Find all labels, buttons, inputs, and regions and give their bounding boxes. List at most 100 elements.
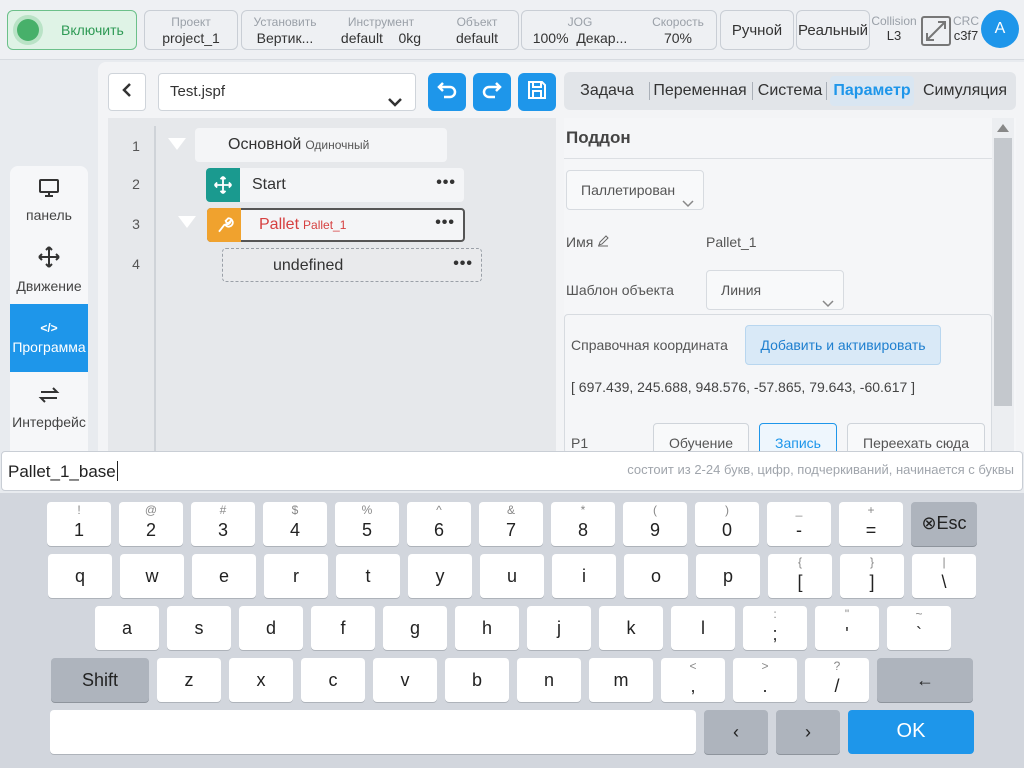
add-activate-button[interactable]: Добавить и активировать <box>745 325 941 365</box>
key[interactable]: r <box>264 554 328 598</box>
collapse-triangle-icon[interactable] <box>168 138 186 150</box>
real-mode-button[interactable]: Реальный <box>796 10 870 50</box>
nav-item-program[interactable]: </> Программа <box>10 304 88 372</box>
key[interactable]: <, <box>661 658 725 702</box>
cursor-left-key[interactable]: ‹ <box>704 710 768 754</box>
key[interactable]: c <box>301 658 365 702</box>
key[interactable]: g <box>383 606 447 650</box>
key[interactable]: x <box>229 658 293 702</box>
key[interactable]: #3 <box>191 502 255 546</box>
tab-task[interactable]: Задача <box>574 76 640 106</box>
key[interactable]: s <box>167 606 231 650</box>
esc-key[interactable]: ⊗Esc <box>911 502 977 546</box>
manual-mode-button[interactable]: Ручной <box>720 10 794 50</box>
key[interactable]: _ - <box>767 502 831 546</box>
edit-pencil-icon[interactable] <box>597 234 609 250</box>
key[interactable]: w <box>120 554 184 598</box>
key[interactable]: ! 1 <box>47 502 111 546</box>
ok-button[interactable]: OK <box>848 710 974 754</box>
pallet-type-select[interactable]: Паллетирован <box>566 170 704 210</box>
key[interactable]: * 8 <box>551 502 615 546</box>
key[interactable]: (9 <box>623 502 687 546</box>
key[interactable]: >. <box>733 658 797 702</box>
user-avatar[interactable]: A <box>981 10 1019 48</box>
key[interactable]: v <box>373 658 437 702</box>
key-char: i <box>582 566 586 586</box>
cursor-right-key[interactable]: › <box>776 710 840 754</box>
key[interactable]: z <box>157 658 221 702</box>
key[interactable]: e <box>192 554 256 598</box>
nav-item-panel[interactable]: панель <box>10 166 88 234</box>
key[interactable]: & 7 <box>479 502 543 546</box>
tab-parameter[interactable]: Параметр <box>830 76 914 106</box>
redo-button[interactable] <box>473 73 511 111</box>
collision-info[interactable]: Collision L3 <box>870 14 918 44</box>
key[interactable]: y <box>408 554 472 598</box>
key[interactable]: u <box>480 554 544 598</box>
key[interactable]: l <box>671 606 735 650</box>
install-tool-object-info[interactable]: Установить Вертик... Инструмент default … <box>241 10 519 50</box>
key[interactable]: d <box>239 606 303 650</box>
project-info[interactable]: Проект project_1 <box>144 10 238 50</box>
more-icon[interactable]: ••• <box>436 174 456 192</box>
save-button[interactable] <box>518 73 556 111</box>
key[interactable]: a <box>95 606 159 650</box>
tree-node-undefined[interactable]: undefined ••• <box>222 248 482 282</box>
tree-node-main[interactable]: Основной Одиночный <box>195 128 447 162</box>
jog-speed-info[interactable]: JOG 100% Декар... Скорость 70% <box>521 10 717 50</box>
key[interactable]: }] <box>840 554 904 598</box>
tab-simulation[interactable]: Симуляция <box>918 76 1012 106</box>
nav-item-interface[interactable]: Интерфейс <box>10 373 88 441</box>
key[interactable]: ) 0 <box>695 502 759 546</box>
key[interactable]: q <box>48 554 112 598</box>
tree-node-start[interactable]: Start ••• <box>206 168 464 202</box>
key-shift-char: " <box>844 607 850 621</box>
node-pallet-sub: Pallet_1 <box>303 218 347 232</box>
more-icon[interactable]: ••• <box>435 214 455 232</box>
key[interactable]: :; <box>743 606 807 650</box>
tree-node-pallet[interactable]: Pallet Pallet_1 ••• <box>207 208 465 242</box>
key[interactable]: ^ 6 <box>407 502 471 546</box>
key[interactable]: | \ <box>912 554 976 598</box>
key[interactable]: m <box>589 658 653 702</box>
key[interactable]: f <box>311 606 375 650</box>
tab-variable[interactable]: Переменная <box>652 76 748 106</box>
key[interactable]: p <box>696 554 760 598</box>
key[interactable]: {[ <box>768 554 832 598</box>
file-select[interactable]: Test.jspf <box>158 73 416 111</box>
nav-item-motion[interactable]: Движение <box>10 235 88 303</box>
power-enable-button[interactable]: Включить <box>7 10 137 50</box>
key[interactable]: b <box>445 658 509 702</box>
name-input-field[interactable]: Pallet_1_base состоит из 2-24 букв, цифр… <box>1 451 1023 491</box>
key[interactable]: h <box>455 606 519 650</box>
key[interactable]: ~ ` <box>887 606 951 650</box>
more-icon[interactable]: ••• <box>453 255 473 273</box>
key[interactable]: + = <box>839 502 903 546</box>
key-char: s <box>194 618 204 638</box>
back-button[interactable] <box>108 73 146 111</box>
key[interactable]: o <box>624 554 688 598</box>
key[interactable]: ? / <box>805 658 869 702</box>
key-shift-char: ) <box>725 503 729 517</box>
key[interactable]: k <box>599 606 663 650</box>
key[interactable]: n <box>517 658 581 702</box>
tab-system[interactable]: Система <box>756 76 824 106</box>
key[interactable]: " ' <box>815 606 879 650</box>
shift-key[interactable]: Shift <box>51 658 149 702</box>
key[interactable]: j <box>527 606 591 650</box>
undo-button[interactable] <box>428 73 466 111</box>
move-icon <box>37 245 61 274</box>
key-char: p <box>722 566 733 586</box>
backspace-key[interactable]: ← <box>877 658 973 702</box>
template-select[interactable]: Линия <box>706 270 844 310</box>
key[interactable]: i <box>552 554 616 598</box>
collapse-triangle-icon[interactable] <box>178 216 196 228</box>
key[interactable]: % 5 <box>335 502 399 546</box>
key[interactable]: @2 <box>119 502 183 546</box>
scrollbar[interactable] <box>992 118 1014 452</box>
key[interactable]: t <box>336 554 400 598</box>
key[interactable]: $4 <box>263 502 327 546</box>
scrollbar-thumb[interactable] <box>994 138 1012 406</box>
scroll-up-icon[interactable] <box>997 124 1009 132</box>
space-key[interactable] <box>50 710 696 754</box>
